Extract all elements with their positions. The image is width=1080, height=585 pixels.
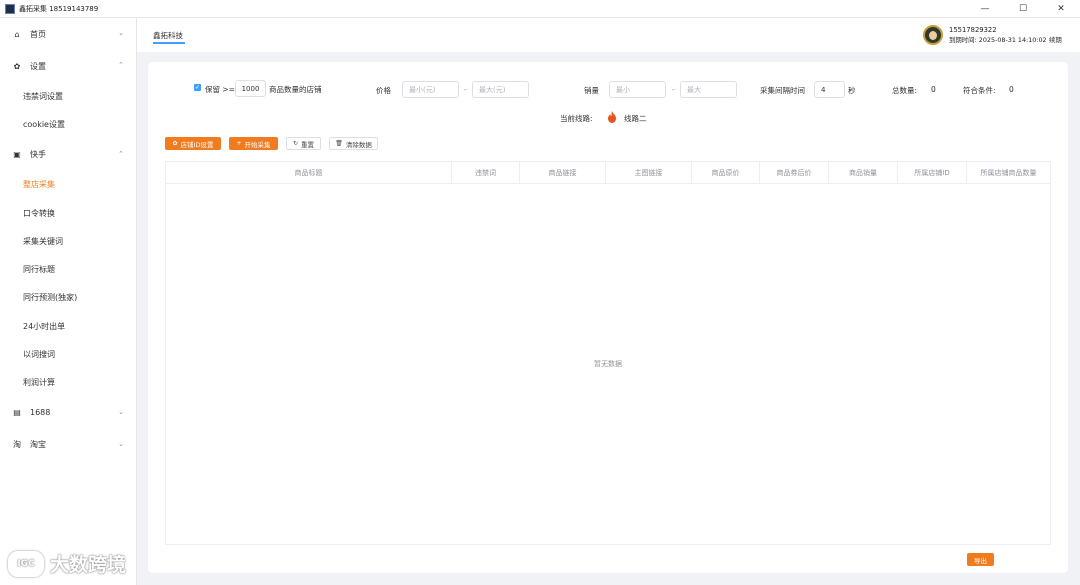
plus-icon: +	[236, 140, 242, 147]
column-header: 商品原价	[692, 162, 760, 183]
match-label: 符合条件:	[963, 86, 996, 95]
sales-dash: -	[672, 85, 675, 94]
clear-data-label: 清除数据	[345, 140, 372, 149]
sidebar-group-settings[interactable]: ✿ 设置 ⌃	[0, 50, 136, 82]
sidebar-group-kuaishou[interactable]: ▣ 快手 ⌃	[0, 139, 136, 171]
column-header: 所属店铺商品数量	[980, 168, 1037, 177]
chevron-up-icon: ⌃	[118, 61, 124, 69]
sidebar-group-taobao[interactable]: 淘 淘宝 ⌄	[0, 429, 136, 461]
store-icon: ▤	[13, 408, 21, 418]
sidebar-item-24h-orders[interactable]: 24小时出单	[0, 312, 136, 340]
total-label: 总数量:	[892, 86, 918, 95]
match-value: 0	[1009, 85, 1014, 94]
interval-label: 采集间隔时间	[760, 86, 805, 95]
header: 鑫拓科技 15517829322 到期时间: 2025-08-31 14:10:…	[137, 18, 1080, 52]
sidebar: ⌂ 首页 ⌄ ✿ 设置 ⌃ 违禁词设置 cookie设置 ▣ 快手 ⌃ 整店采集…	[0, 18, 137, 585]
chevron-down-icon: ⌄	[118, 407, 124, 416]
price-dash: -	[464, 85, 467, 94]
sidebar-group-home[interactable]: ⌂ 首页 ⌄	[0, 18, 136, 50]
close-button[interactable]: ✕	[1042, 0, 1080, 18]
sidebar-group-label: 设置	[30, 61, 46, 71]
sidebar-item-cookie[interactable]: cookie设置	[0, 110, 136, 138]
watermark-mark: IGC	[8, 550, 44, 577]
keep-label: 保留 >=	[205, 85, 235, 94]
start-collect-button[interactable]: + 开始采集	[229, 137, 278, 150]
sales-label: 销量	[584, 86, 599, 95]
gear-icon: ✿	[13, 61, 21, 71]
keep-count-input[interactable]: 1000	[235, 80, 266, 97]
avatar-face	[929, 31, 937, 40]
sidebar-group-label: 淘宝	[30, 440, 46, 450]
empty-state-text: 暂无数据	[594, 360, 622, 368]
sidebar-item-banned-words[interactable]: 违禁词设置	[0, 82, 136, 110]
sidebar-item-profit-calc[interactable]: 利润计算	[0, 369, 136, 397]
total-value: 0	[931, 85, 936, 94]
sidebar-item-token-convert[interactable]: 口令转换	[0, 199, 136, 227]
taobao-icon: 淘	[13, 440, 21, 450]
sidebar-group-1688[interactable]: ▤ 1688 ⌄	[0, 397, 136, 429]
start-collect-label: 开始采集	[244, 140, 271, 149]
interval-input[interactable]: 4	[814, 81, 845, 98]
home-icon: ⌂	[14, 29, 20, 39]
export-button[interactable]: 导出	[967, 553, 994, 566]
chevron-up-icon: ⌃	[118, 149, 124, 158]
column-header: 商品券后价	[760, 162, 829, 183]
sidebar-item-keywords[interactable]: 采集关键词	[0, 227, 136, 255]
sidebar-group-label: 首页	[30, 29, 46, 39]
refresh-icon: ↻	[292, 140, 299, 147]
current-line-label: 当前线路:	[560, 114, 593, 123]
keep-suffix: 商品数量的店铺	[269, 85, 322, 94]
data-table: 商品标题 违禁词 商品链接 主图链接 商品原价 商品券后价 商品销量 所属店铺I…	[165, 161, 1051, 545]
window-controls: — ☐ ✕	[966, 0, 1080, 18]
price-label: 价格	[376, 86, 391, 95]
tab-xintuo[interactable]: 鑫拓科技	[153, 30, 183, 41]
watermark-logo: IGC 大数跨境	[8, 550, 126, 577]
column-header: 商品标题	[166, 162, 452, 183]
column-header: 主图链接	[606, 162, 692, 183]
sidebar-group-label: 1688	[30, 408, 51, 418]
sidebar-item-whole-shop[interactable]: 整店采集	[0, 171, 136, 199]
sales-max-input[interactable]: 最大	[680, 81, 737, 98]
column-header: 商品销量	[829, 162, 898, 183]
reset-label: 重置	[301, 140, 315, 149]
user-phone: 15517829322	[949, 26, 997, 34]
sidebar-group-label: 快手	[30, 150, 46, 160]
column-header: 违禁词	[452, 162, 520, 183]
title-bar: 鑫拓采集 18519143789 — ☐ ✕	[0, 0, 1080, 18]
sales-min-input[interactable]: 最小	[609, 81, 666, 98]
shop-id-settings-button[interactable]: ✿ 店铺ID设置	[165, 137, 221, 150]
trash-icon: 🗑	[335, 140, 343, 147]
price-min-input[interactable]: 最小(元)	[402, 81, 459, 98]
gear-icon: ✿	[172, 140, 178, 147]
interval-unit: 秒	[848, 86, 856, 95]
sidebar-item-peer-forecast[interactable]: 同行预测(独家)	[0, 284, 136, 312]
kuaishou-icon: ▣	[13, 150, 21, 160]
column-header: 商品链接	[520, 162, 606, 183]
chevron-down-icon: ⌄	[118, 29, 124, 37]
renew-link[interactable]: 续期	[1049, 35, 1062, 44]
minimize-button[interactable]: —	[966, 0, 1004, 18]
tab-active-indicator	[153, 42, 185, 44]
expire-time: 到期时间: 2025-08-31 14:10:02	[949, 36, 1047, 44]
window-title: 鑫拓采集 18519143789	[19, 4, 99, 13]
clear-data-button[interactable]: 🗑 清除数据	[329, 137, 378, 150]
fire-icon	[608, 111, 616, 123]
reset-button[interactable]: ↻ 重置	[286, 137, 321, 150]
current-line-value[interactable]: 线路二	[624, 113, 647, 124]
sidebar-item-word-search[interactable]: 以词搜词	[0, 340, 136, 368]
price-max-input[interactable]: 最大(元)	[472, 81, 529, 98]
avatar[interactable]	[923, 25, 943, 45]
app-logo-icon	[5, 3, 15, 14]
sidebar-item-peer-titles[interactable]: 同行标题	[0, 255, 136, 283]
column-header: 所属店铺ID	[898, 162, 967, 183]
maximize-button[interactable]: ☐	[1004, 0, 1042, 18]
keep-checkbox[interactable]: ✓	[194, 84, 201, 91]
shop-id-settings-label: 店铺ID设置	[180, 140, 214, 149]
chevron-down-icon: ⌄	[118, 439, 124, 448]
table-header: 商品标题 违禁词 商品链接 主图链接 商品原价 商品券后价 商品销量 所属店铺I…	[166, 162, 1050, 184]
watermark-text: 大数跨境	[50, 554, 127, 576]
